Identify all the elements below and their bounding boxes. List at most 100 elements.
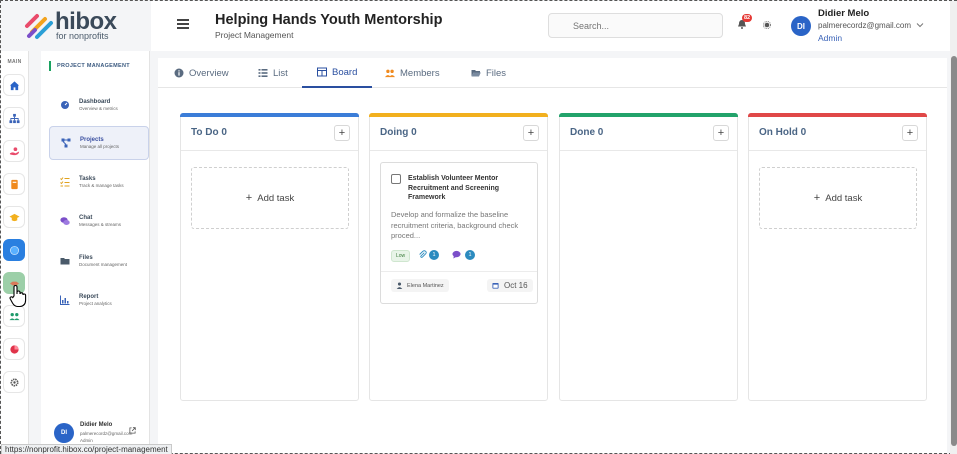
user-name[interactable]: Didier Melo	[818, 8, 869, 19]
users-icon	[385, 69, 395, 78]
sidebar-item-chat[interactable]: Chat Messages & streams	[49, 204, 149, 238]
add-task-button[interactable]: + Add task	[191, 167, 349, 229]
pie-chart-icon	[9, 344, 19, 354]
column-add-button[interactable]: +	[902, 125, 918, 141]
tab-overview[interactable]: Overview	[174, 58, 229, 88]
bar-chart-icon	[60, 295, 70, 305]
menu-toggle-button[interactable]	[177, 19, 189, 29]
add-task-label: Add task	[257, 192, 295, 204]
rail-org-button[interactable]	[3, 107, 25, 129]
column-title: Doing 0	[380, 127, 417, 138]
page-scrollbar[interactable]	[950, 1, 957, 454]
tab-label: Members	[400, 67, 440, 79]
page-title: Helping Hands Youth Mentorship	[215, 12, 443, 28]
board-columns-icon	[317, 67, 327, 77]
task-checkbox[interactable]	[391, 174, 401, 184]
calendar-icon	[492, 283, 499, 289]
task-description: Develop and formalize the baseline recru…	[391, 210, 519, 240]
add-task-label: Add task	[825, 192, 863, 204]
sidebar-item-files[interactable]: Files Document management	[49, 244, 149, 278]
user-email: palmerecordz@gmail.com	[818, 21, 912, 30]
gear-icon	[9, 377, 19, 387]
sidebar-item-label: Tasks	[79, 176, 96, 182]
graduation-cap-icon	[8, 213, 20, 221]
task-card[interactable]: Establish Volunteer Mentor Recruitment a…	[380, 162, 538, 304]
sidebar-item-sub: Overview & metrics	[79, 106, 118, 111]
sidebar-item-label: Dashboard	[79, 99, 111, 105]
sidebar-item-projects[interactable]: Projects Manage all projects	[49, 126, 149, 160]
plus-icon: +	[245, 192, 253, 204]
tab-label: Files	[486, 67, 507, 79]
brand-tagline: for nonprofits	[56, 31, 109, 41]
book-icon	[10, 179, 18, 189]
column-header: Doing 0 +	[370, 117, 547, 151]
column-title: Done 0	[570, 127, 604, 138]
add-task-button[interactable]: + Add task	[759, 167, 917, 229]
column-title: To Do 0	[191, 127, 227, 138]
board-column-doing: Doing 0 + Establish Volunteer Mentor Rec…	[369, 113, 548, 401]
rail-donations-button[interactable]	[3, 140, 25, 162]
avatar: DI	[54, 423, 74, 443]
paperclip-icon[interactable]	[418, 250, 427, 259]
board-column-on-hold: On Hold 0 + + Add task	[748, 113, 927, 401]
sidebar-item-report[interactable]: Report Project analytics	[49, 283, 149, 317]
external-link-icon[interactable]	[129, 427, 136, 434]
sidebar-user-role: Admin	[80, 438, 93, 443]
project-diagram-icon	[61, 138, 71, 148]
rail-education-button[interactable]	[3, 206, 25, 228]
tab-label: List	[273, 67, 288, 79]
tab-files[interactable]: Files	[471, 58, 506, 88]
project-tabs: Overview List Board Members Files	[158, 58, 947, 88]
column-add-button[interactable]: +	[334, 125, 350, 141]
assignee-chip[interactable]: Elena Martinez	[391, 279, 449, 292]
status-bar-url: https://nonprofit.hibox.co/project-manag…	[1, 444, 172, 454]
project-board-panel: Overview List Board Members Files To Do …	[158, 58, 947, 453]
rail-home-button[interactable]	[3, 74, 25, 96]
priority-badge: Low	[391, 250, 411, 262]
folder-icon	[60, 258, 70, 265]
tab-members[interactable]: Members	[385, 58, 440, 88]
column-add-button[interactable]: +	[523, 125, 539, 141]
icon-rail: MAIN	[1, 51, 29, 454]
rail-analytics-button[interactable]	[3, 338, 25, 360]
comment-count-badge: 1	[465, 250, 475, 260]
plus-icon: +	[813, 192, 821, 204]
rail-people-button[interactable]	[3, 305, 25, 327]
chevron-down-icon[interactable]	[916, 21, 924, 29]
column-add-button[interactable]: +	[713, 125, 729, 141]
tab-label: Overview	[189, 67, 229, 79]
page-subtitle: Project Management	[215, 30, 294, 40]
user-avatar[interactable]: DI	[791, 16, 811, 36]
sidebar-item-label: Files	[79, 255, 93, 261]
rail-globe-button[interactable]	[3, 239, 25, 261]
globe-icon	[9, 245, 19, 255]
rail-programs-button[interactable]	[3, 173, 25, 195]
sidebar-item-sub: Project analytics	[79, 301, 112, 306]
column-header: On Hold 0 +	[749, 117, 926, 151]
top-header: Helping Hands Youth Mentorship Project M…	[151, 1, 957, 51]
theme-toggle-icon[interactable]	[763, 21, 771, 29]
rail-settings-button[interactable]	[3, 371, 25, 393]
sidebar-item-tasks[interactable]: Tasks Track & manage tasks	[49, 165, 149, 199]
sidebar-item-dashboard[interactable]: Dashboard Overview & metrics	[49, 88, 149, 122]
user-icon	[396, 282, 403, 289]
task-title[interactable]: Establish Volunteer Mentor Recruitment a…	[408, 174, 528, 203]
sidebar: PROJECT MANAGEMENT Dashboard Overview & m…	[41, 51, 150, 454]
sidebar-item-sub: Messages & streams	[79, 222, 122, 227]
gauge-icon	[61, 101, 69, 109]
sidebar-user-email: palmerecordz@gmail.com	[80, 431, 133, 436]
search-input[interactable]	[548, 13, 723, 38]
card-divider	[381, 271, 537, 272]
users-icon	[8, 312, 20, 320]
board-column-done: Done 0 +	[559, 113, 738, 401]
list-icon	[258, 69, 268, 77]
tab-list[interactable]: List	[258, 58, 288, 88]
hibox-logo[interactable]: hibox for nonprofits	[23, 8, 133, 42]
comment-icon[interactable]	[452, 250, 461, 259]
sidebar-item-label: Projects	[80, 137, 104, 143]
tab-label: Board	[332, 66, 358, 78]
scrollbar-thumb[interactable]	[951, 56, 957, 446]
tab-board[interactable]: Board	[302, 58, 373, 88]
comments-icon	[60, 217, 70, 225]
due-date-chip[interactable]: Oct 16	[487, 279, 533, 292]
